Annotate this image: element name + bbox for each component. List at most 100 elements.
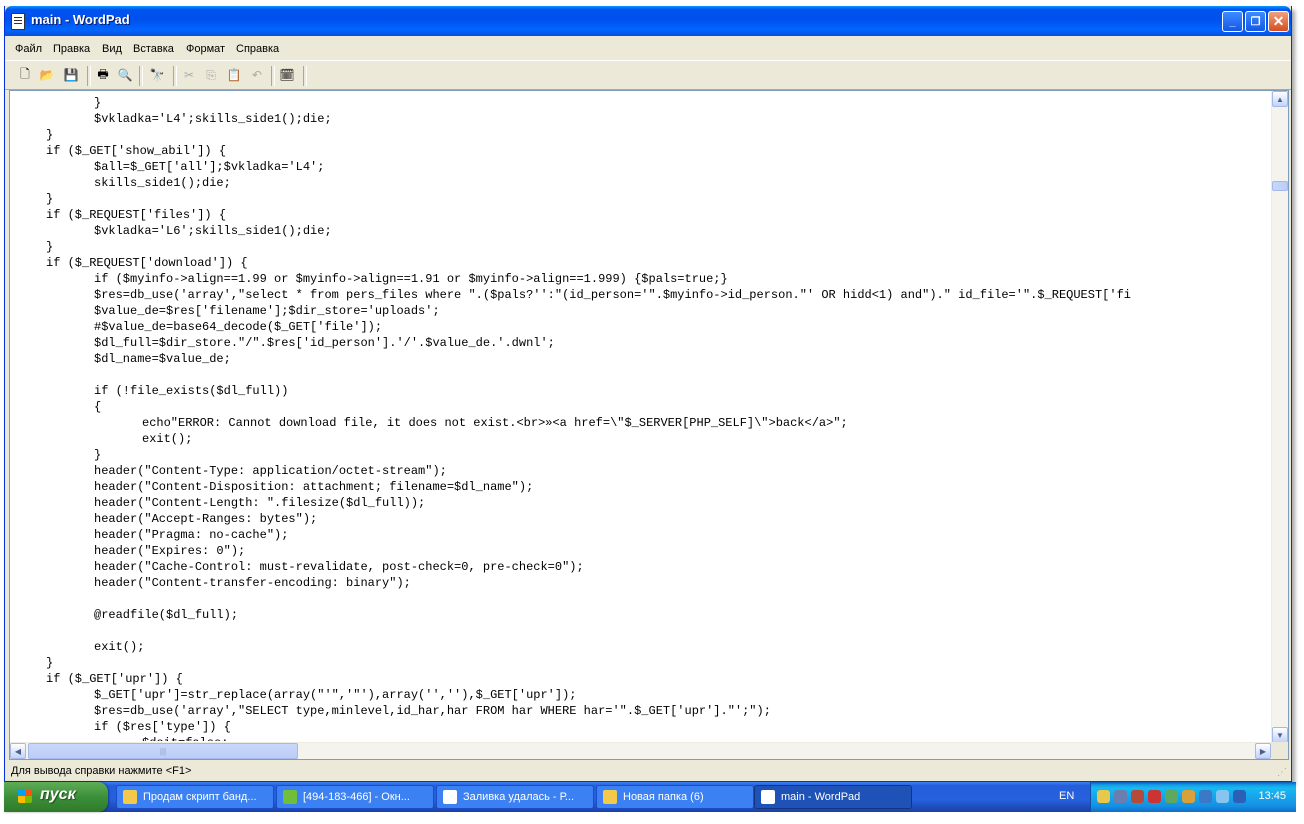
menu-view[interactable]: Вид [102,43,122,55]
menu-edit[interactable]: Правка [53,43,90,55]
code-line[interactable]: } [94,447,101,463]
document-editor[interactable]: } $vkladka='L4';skills_side1();die;} if ($… [9,90,1289,760]
taskbar: пуск Продам скрипт банд... [494-183-466] … [4,782,1296,812]
print-icon[interactable]: 🖶 [95,67,111,83]
taskbar-button[interactable]: [494-183-466] - Окн... [276,785,434,809]
scroll-down-button[interactable]: ▼ [1272,727,1288,743]
new-document-icon[interactable]: 🗋 [17,67,33,83]
toolbar-separator [87,66,91,86]
code-line[interactable]: header("Content-Length: ".filesize($dl_f… [94,495,425,511]
code-line[interactable]: if (!file_exists($dl_full)) [94,383,288,399]
code-line[interactable]: } [46,239,53,255]
code-line[interactable]: @readfile($dl_full); [94,607,238,623]
undo-icon[interactable]: ↶ [249,67,265,83]
code-line[interactable]: if ($res['type']) { [94,719,231,735]
toolbar-separator [139,66,143,86]
language-indicator[interactable]: EN [1059,790,1074,802]
code-line[interactable]: header("Pragma: no-cache"); [94,527,288,543]
taskbar-button[interactable]: Заливка удалась - Р... [436,785,594,809]
find-icon[interactable]: 🔭 [149,67,165,83]
code-line[interactable]: skills_side1();die; [94,175,231,191]
taskbar-button-label: main - WordPad [781,791,861,803]
code-line[interactable]: echo"ERROR: Cannot download file, it doe… [142,415,848,431]
open-folder-icon[interactable]: 📂 [39,67,55,83]
code-line[interactable]: $_GET['upr']=str_replace(array("'",'"'),… [94,687,576,703]
start-button[interactable]: пуск [4,782,108,812]
cut-icon[interactable]: ✂ [181,67,197,83]
toolbar-separator [271,66,275,86]
toolbar-separator [173,66,177,86]
shield-icon[interactable] [1199,790,1212,803]
code-line[interactable]: $value_de=$res['filename'];$dir_store='u… [94,303,440,319]
wordpad-icon[interactable] [11,13,25,30]
security-icon[interactable] [1131,790,1144,803]
code-line[interactable]: $dl_name=$value_de; [94,351,231,367]
save-icon[interactable]: 💾 [63,67,79,83]
code-line[interactable]: header("Cache-Control: must-revalidate, … [94,559,584,575]
scroll-up-button[interactable]: ▲ [1272,91,1288,107]
close-button[interactable]: ✕ [1268,11,1289,32]
taskbar-button[interactable]: Новая папка (6) [596,785,754,809]
code-line[interactable]: } [46,655,53,671]
resize-grip-icon[interactable]: ⋰ [1277,767,1289,779]
task-app-icon [761,790,775,804]
system-tray: 13:45 [1090,782,1296,812]
scroll-left-button[interactable]: ◀ [10,743,26,759]
code-line[interactable]: header("Accept-Ranges: bytes"); [94,511,317,527]
vertical-scroll-thumb[interactable] [1272,181,1288,191]
minimize-button[interactable]: _ [1222,11,1243,32]
code-line[interactable]: } [46,191,53,207]
copy-icon[interactable]: ⎘ [203,67,219,83]
paste-icon[interactable]: 📋 [226,67,242,83]
antivirus-icon[interactable] [1148,790,1161,803]
code-line[interactable]: if ($myinfo->align==1.99 or $myinfo->ali… [94,271,728,287]
volume-icon[interactable] [1216,790,1229,803]
code-line[interactable]: if ($_REQUEST['download']) { [46,255,248,271]
calendar-icon[interactable] [1233,790,1246,803]
toolbar: 🗋 📂 💾 🖶 🔍 🔭 ✂ ⎘ 📋 ↶ 🗓 [5,60,1291,90]
code-line[interactable]: $doit=false; [142,735,228,741]
code-line[interactable]: $res=db_use('array',"select * from pers_… [94,287,1131,303]
vertical-scrollbar[interactable]: ▲ ▼ [1271,91,1288,743]
code-line[interactable]: header("Content-Disposition: attachment;… [94,479,533,495]
print-preview-icon[interactable]: 🔍 [117,67,133,83]
code-line[interactable]: header("Expires: 0"); [94,543,245,559]
insert-datetime-icon[interactable]: 🗓 [279,67,295,83]
network-icon[interactable] [1097,790,1110,803]
maximize-button[interactable]: ❐ [1245,11,1266,32]
code-line[interactable]: header("Content-transfer-encoding: binar… [94,575,411,591]
code-line[interactable]: exit(); [142,431,192,447]
code-line[interactable]: exit(); [94,639,144,655]
menu-file[interactable]: Файл [15,43,42,55]
taskbar-button-label: [494-183-466] - Окн... [303,791,410,803]
code-line[interactable]: #$value_de=base64_decode($_GET['file']); [94,319,382,335]
code-line[interactable]: } [46,127,53,143]
status-text: Для вывода справки нажмите <F1> [11,765,192,777]
code-line[interactable]: } [94,95,101,111]
code-line[interactable]: $vkladka='L4';skills_side1();die; [94,111,332,127]
code-line[interactable]: $all=$_GET['all'];$vkladka='L4'; [94,159,324,175]
windows-logo-icon [18,789,32,803]
code-line[interactable]: { [94,399,101,415]
update-icon[interactable] [1182,790,1195,803]
menu-insert[interactable]: Вставка [133,43,174,55]
clock[interactable]: 13:45 [1258,790,1286,802]
taskbar-button[interactable]: Продам скрипт банд... [116,785,274,809]
horizontal-scrollbar[interactable]: ◀ ||| ▶ [10,742,1272,759]
menu-format[interactable]: Формат [186,43,225,55]
menu-help[interactable]: Справка [236,43,279,55]
monitor-icon[interactable] [1114,790,1127,803]
title-bar[interactable]: main - WordPad _ ❐ ✕ [5,6,1291,36]
code-line[interactable]: $vkladka='L6';skills_side1();die; [94,223,332,239]
code-line[interactable]: header("Content-Type: application/octet-… [94,463,447,479]
scroll-right-button[interactable]: ▶ [1255,743,1271,759]
code-line[interactable]: if ($_REQUEST['files']) { [46,207,226,223]
code-line[interactable]: if ($_GET['show_abil']) { [46,143,226,159]
document-text[interactable]: } $vkladka='L4';skills_side1();die;} if ($… [10,95,1270,741]
code-line[interactable]: $dl_full=$dir_store."/".$res['id_person'… [94,335,555,351]
taskbar-button[interactable]: main - WordPad [754,785,912,809]
code-line[interactable]: if ($_GET['upr']) { [46,671,183,687]
code-line[interactable]: $res=db_use('array',"SELECT type,minleve… [94,703,771,719]
horizontal-scroll-thumb[interactable]: ||| [28,743,298,759]
messenger-icon[interactable] [1165,790,1178,803]
